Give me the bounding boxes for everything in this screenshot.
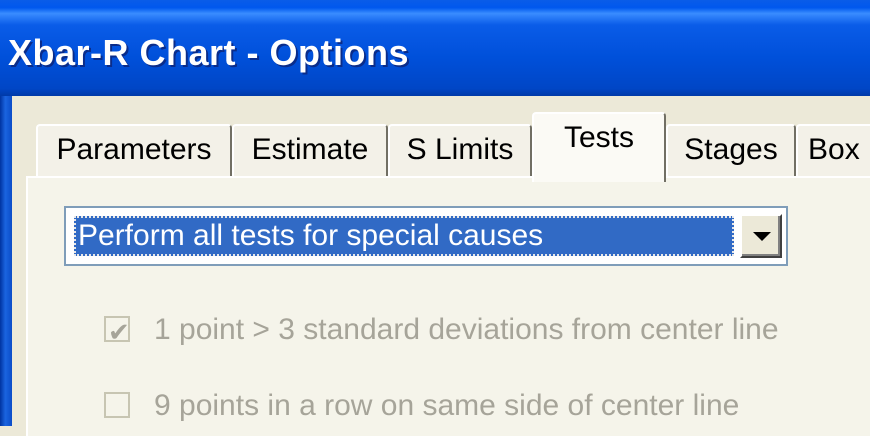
tests-dropdown[interactable]: Perform all tests for special causes [64, 206, 788, 266]
tab-tests[interactable]: Tests [532, 112, 666, 182]
chevron-down-icon [753, 232, 771, 241]
checkbox-icon [104, 392, 130, 418]
dropdown-arrow-button[interactable] [740, 214, 782, 258]
test-1-label: 1 point > 3 standard deviations from cen… [154, 313, 779, 346]
tests-dropdown-value: Perform all tests for special causes [74, 216, 734, 256]
tab-parameters[interactable]: Parameters [36, 124, 232, 178]
tab-s-limits[interactable]: S Limits [388, 124, 532, 178]
window-title: Xbar-R Chart - Options [8, 32, 410, 73]
tab-box[interactable]: Box [796, 124, 870, 178]
window-frame-left [0, 96, 12, 426]
tab-stages[interactable]: Stages [666, 124, 796, 178]
tab-estimate[interactable]: Estimate [232, 124, 388, 178]
checkbox-icon [104, 312, 130, 352]
title-bar[interactable]: Xbar-R Chart - Options [0, 0, 870, 96]
test-2-label: 9 points in a row on same side of center… [154, 389, 740, 422]
